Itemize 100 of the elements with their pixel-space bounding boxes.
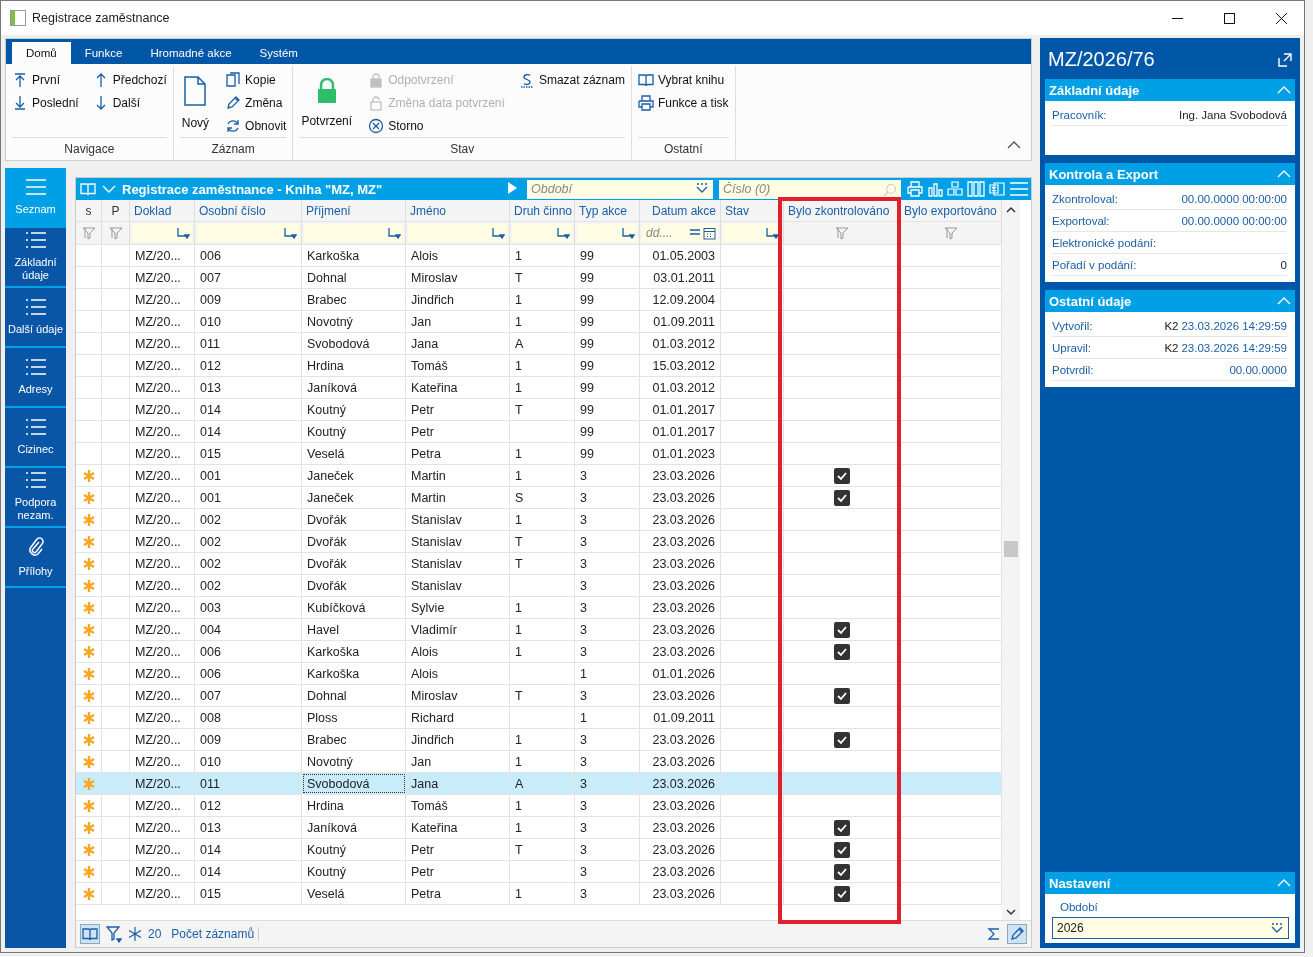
filter-menu-icon[interactable]: [621, 227, 635, 239]
filter-field[interactable]: [512, 224, 572, 242]
filter-menu-icon[interactable]: [491, 227, 505, 239]
filter-field[interactable]: [723, 224, 781, 242]
filter-field[interactable]: [197, 224, 299, 242]
table-row[interactable]: MZ/20... 014 Koutný Petr 99 01.01.2017: [76, 421, 1002, 443]
ribbon-button[interactable]: Kopie: [223, 71, 289, 88]
filter-icon[interactable]: [81, 226, 96, 240]
table-row[interactable]: MZ/20... 002 Dvořák Stanislav 3 23.03.2026: [76, 575, 1002, 597]
filter-icon[interactable]: [108, 226, 123, 240]
period-field[interactable]: 2026: [1052, 917, 1289, 939]
ribbon-button[interactable]: Nový: [177, 75, 214, 130]
table-row[interactable]: MZ/20... 002 Dvořák Stanislav 1 3 23.03.2026: [76, 509, 1002, 531]
column-header[interactable]: Druh činno: [510, 200, 575, 221]
column-header[interactable]: Jméno: [406, 200, 510, 221]
filter-menu-icon[interactable]: [387, 227, 401, 239]
table-row[interactable]: MZ/20... 013 Janíková Kateřina 1 3 23.03.2026: [76, 817, 1002, 839]
scroll-down-icon[interactable]: [1006, 908, 1016, 916]
table-row[interactable]: MZ/20... 014 Koutný Petr T 3 23.03.2026: [76, 839, 1002, 861]
ribbon-button[interactable]: První: [10, 71, 81, 88]
filter-menu-icon[interactable]: [283, 227, 297, 239]
table-row[interactable]: MZ/20... 002 Dvořák Stanislav T 3 23.03.2026: [76, 531, 1002, 553]
sidebar-item[interactable]: Přílohy: [5, 528, 66, 588]
filter-icon[interactable]: [106, 925, 122, 943]
filter-menu-icon[interactable]: [556, 227, 570, 239]
ribbon-button[interactable]: Poslední: [10, 94, 81, 111]
table-row[interactable]: MZ/20... 015 Veselá Petra 1 99 01.01.2023: [76, 443, 1002, 465]
scroll-up-icon[interactable]: [1006, 206, 1016, 214]
filter-field[interactable]: [408, 224, 507, 242]
spreadsheet-icon[interactable]: [989, 181, 1005, 197]
ribbon-button[interactable]: Změna: [223, 94, 289, 111]
checkbox[interactable]: [833, 489, 850, 506]
chevron-down-icon[interactable]: [102, 184, 116, 194]
number-field[interactable]: Číslo (0): [719, 179, 901, 199]
table-row[interactable]: MZ/20... 011 Svobodová Jana A 99 01.03.2012: [76, 333, 1002, 355]
table-row[interactable]: MZ/20... 009 Brabec Jindřich 1 3 23.03.2026: [76, 729, 1002, 751]
checkbox[interactable]: [833, 467, 850, 484]
checkbox[interactable]: [833, 885, 850, 902]
filter-field[interactable]: dd....: [642, 224, 718, 242]
column-header[interactable]: Bylo zkontrolováno: [784, 200, 900, 221]
checkbox[interactable]: [833, 841, 850, 858]
column-header[interactable]: Příjmení: [302, 200, 406, 221]
table-row[interactable]: MZ/20... 004 Havel Vladimír 1 3 23.03.2026: [76, 619, 1002, 641]
table-row[interactable]: MZ/20... 007 Dohnal Miroslav T 99 03.01.2011: [76, 267, 1002, 289]
table-row[interactable]: MZ/20... 002 Dvořák Stanislav T 3 23.03.2026: [76, 553, 1002, 575]
filter-menu-icon[interactable]: [176, 227, 190, 239]
table-row[interactable]: MZ/20... 009 Brabec Jindřich 1 99 12.09.2004: [76, 289, 1002, 311]
table-row[interactable]: MZ/20... 015 Veselá Petra 1 3 23.03.2026: [76, 883, 1002, 905]
ribbon-button[interactable]: Další: [90, 94, 169, 111]
ribbon-button[interactable]: Předchozí: [90, 71, 169, 88]
columns-icon[interactable]: [967, 181, 985, 197]
ribbon-tab[interactable]: Domů: [12, 42, 71, 64]
column-header[interactable]: P: [102, 200, 130, 221]
table-row[interactable]: MZ/20... 001 Janeček Martin 1 3 23.03.2026: [76, 465, 1002, 487]
checkbox[interactable]: [833, 731, 850, 748]
popout-icon[interactable]: [1278, 52, 1292, 67]
column-header[interactable]: Datum akce: [640, 200, 721, 221]
ribbon-tab[interactable]: Funkce: [70, 42, 137, 64]
table-row[interactable]: MZ/20... 001 Janeček Martin S 3 23.03.2026: [76, 487, 1002, 509]
sidebar-item[interactable]: Cizinec: [5, 408, 66, 468]
column-header[interactable]: Doklad: [130, 200, 195, 221]
filter-icon[interactable]: [943, 226, 958, 240]
record-count-button[interactable]: Počet záznamů: [167, 927, 260, 941]
filter-menu-icon[interactable]: [765, 227, 779, 239]
sidebar-item[interactable]: Adresy: [5, 348, 66, 408]
table-row[interactable]: MZ/20... 013 Janíková Kateřina 1 99 01.03.2012: [76, 377, 1002, 399]
ribbon-button[interactable]: Obnovit: [223, 117, 289, 134]
ribbon-tab[interactable]: Hromadné akce: [136, 42, 246, 64]
scrollbar[interactable]: [1002, 200, 1020, 920]
table-row[interactable]: MZ/20... 011 Svobodová Jana A 3 23.03.2026: [76, 773, 1002, 795]
checkbox[interactable]: [833, 687, 850, 704]
checkbox[interactable]: [833, 819, 850, 836]
table-row[interactable]: MZ/20... 006 Karkoška Alois 1 01.01.2026: [76, 663, 1002, 685]
column-header[interactable]: s: [76, 200, 102, 221]
sidebar-item[interactable]: Základní údaje: [5, 228, 66, 288]
close-icon[interactable]: [1275, 12, 1287, 24]
table-row[interactable]: MZ/20... 014 Koutný Petr 3 23.03.2026: [76, 861, 1002, 883]
chart-icon[interactable]: [927, 181, 943, 197]
filter-field[interactable]: [577, 224, 637, 242]
ribbon-button[interactable]: Smazat záznam: [516, 71, 627, 88]
column-header[interactable]: Osobní číslo: [195, 200, 302, 221]
table-row[interactable]: MZ/20... 012 Hrdina Tomáš 1 3 23.03.2026: [76, 795, 1002, 817]
period-field[interactable]: Období: [527, 179, 713, 199]
table-row[interactable]: MZ/20... 012 Hrdina Tomáš 1 99 15.03.2012: [76, 355, 1002, 377]
checkbox[interactable]: [833, 643, 850, 660]
ribbon-button[interactable]: Potvrzení: [297, 77, 357, 128]
column-header[interactable]: Stav: [721, 200, 784, 221]
scroll-thumb[interactable]: [1004, 541, 1018, 557]
table-row[interactable]: MZ/20... 014 Koutný Petr T 99 01.01.2017: [76, 399, 1002, 421]
table-row[interactable]: MZ/20... 010 Novotný Jan 1 99 01.09.2011: [76, 311, 1002, 333]
snowflake-icon[interactable]: [128, 927, 142, 941]
table-row[interactable]: MZ/20... 008 Ploss Richard 1 01.09.2011: [76, 707, 1002, 729]
maximize-icon[interactable]: [1223, 12, 1235, 24]
filter-icon[interactable]: [834, 226, 849, 240]
sidebar-item[interactable]: Podpora nezam.: [5, 468, 66, 528]
checkbox[interactable]: [833, 863, 850, 880]
table-row[interactable]: MZ/20... 006 Karkoška Alois 1 3 23.03.2026: [76, 641, 1002, 663]
sigma-icon[interactable]: [987, 927, 1001, 941]
ribbon-tab[interactable]: Systém: [245, 42, 312, 64]
table-row[interactable]: MZ/20... 003 Kubíčková Sylvie 1 3 23.03.2026: [76, 597, 1002, 619]
